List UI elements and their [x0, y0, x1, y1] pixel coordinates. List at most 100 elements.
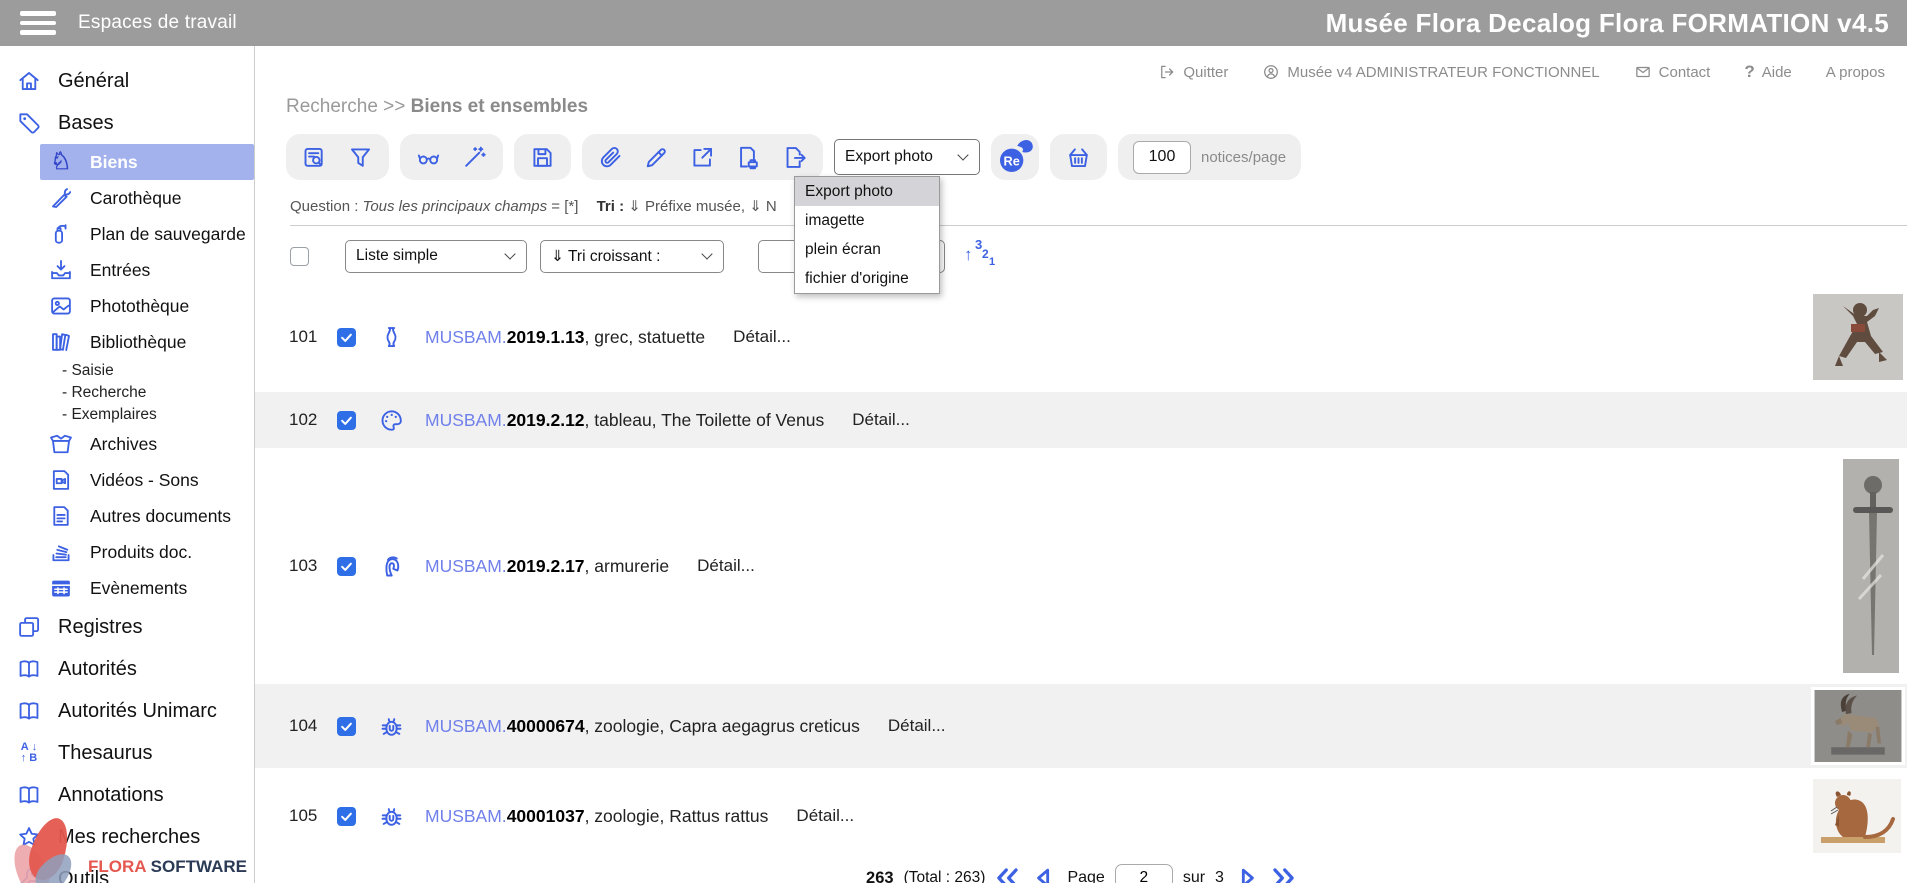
result-row: 103 MUSBAM.2019.2.17, armurerie Détail..…: [255, 448, 1907, 684]
row-checkbox-checked[interactable]: [337, 557, 356, 576]
object-thumbnail-statuette[interactable]: [1813, 294, 1903, 380]
sidebar-item-bases[interactable]: Bases: [0, 102, 254, 144]
sidebar-item-general[interactable]: Général: [0, 60, 254, 102]
sidebar-item-carotheque[interactable]: Carothèque: [0, 180, 254, 216]
open-book-icon: [16, 782, 42, 808]
glasses-icon[interactable]: [415, 144, 442, 171]
sidebar-item-label: Autres documents: [90, 506, 231, 527]
row-number: 104: [289, 716, 323, 736]
workspace-label[interactable]: Espaces de travail: [78, 12, 237, 34]
sidebar-item-biens[interactable]: ♘ Biens: [40, 144, 254, 180]
row-checkbox-checked[interactable]: [337, 328, 356, 347]
sidebar-item-phototheque[interactable]: Photothèque: [0, 288, 254, 324]
external-link-icon[interactable]: [689, 144, 716, 171]
helmet-icon: [378, 553, 405, 580]
dropdown-option-fichier-origine[interactable]: fichier d'origine: [795, 264, 939, 293]
page-number-input[interactable]: [1115, 864, 1173, 883]
sidebar-item-plan-sauvegarde[interactable]: Plan de sauvegarde: [0, 216, 254, 252]
sidebar-item-autorites-unimarc[interactable]: Autorités Unimarc: [0, 690, 254, 732]
row-number: 105: [289, 806, 323, 826]
vase-icon: [378, 324, 405, 351]
save-icon[interactable]: [529, 144, 556, 171]
notices-per-page-input[interactable]: [1133, 141, 1191, 174]
record-link[interactable]: MUSBAM.: [425, 327, 507, 347]
next-page-icon[interactable]: [1234, 865, 1260, 883]
filter-funnel-icon[interactable]: [347, 144, 374, 171]
svg-text:Re: Re: [1004, 153, 1020, 168]
calendar-icon: [48, 575, 74, 601]
paperclip-icon[interactable]: [597, 144, 624, 171]
result-total: (Total : 263): [904, 869, 986, 883]
aide-link[interactable]: ? Aide: [1744, 62, 1791, 82]
sidebar-item-videos-sons[interactable]: Vidéos - Sons: [0, 462, 254, 498]
sidebar-item-archives[interactable]: Archives: [0, 426, 254, 462]
record-link[interactable]: MUSBAM.: [425, 556, 507, 576]
object-thumbnail-ibex[interactable]: [1811, 687, 1905, 765]
sidebar-item-thesaurus[interactable]: A ↓↑ B Thesaurus: [0, 732, 254, 774]
row-checkbox-checked[interactable]: [337, 717, 356, 736]
pencil-icon[interactable]: [643, 144, 670, 171]
sidebar-item-saisie[interactable]: - Saisie: [0, 360, 254, 382]
archive-box-icon: [48, 431, 74, 457]
print-document-icon[interactable]: [735, 144, 762, 171]
sidebar-item-autorites[interactable]: Autorités: [0, 648, 254, 690]
header-links: Quitter Musée v4 ADMINISTRATEUR FONCTION…: [255, 46, 1907, 82]
list-search-icon[interactable]: [301, 144, 328, 171]
last-page-icon[interactable]: [1270, 865, 1296, 883]
dropdown-option-plein-ecran[interactable]: plein écran: [795, 235, 939, 264]
result-row: 102 MUSBAM.2019.2.12, tableau, The Toile…: [255, 392, 1907, 448]
breadcrumb: Recherche >> Biens et ensembles: [286, 96, 1907, 118]
basket-icon[interactable]: [1065, 144, 1092, 171]
flora-petals-icon: [14, 817, 80, 883]
sidebar-item-autres-documents[interactable]: Autres documents: [0, 498, 254, 534]
chevron-down-icon: [701, 248, 712, 259]
dropdown-option-imagette[interactable]: imagette: [795, 206, 939, 235]
sidebar-item-bibliotheque[interactable]: Bibliothèque: [0, 324, 254, 360]
quitter-link[interactable]: Quitter: [1158, 63, 1228, 81]
export-mode-select[interactable]: Export photo: [834, 139, 980, 175]
sidebar-item-label: Plan de sauvegarde: [90, 224, 246, 245]
notices-per-page-label: notices/page: [1201, 149, 1286, 166]
query-tri-value: ⇓ Préfixe musée, ⇓ N: [628, 198, 777, 215]
sidebar-item-registres[interactable]: Registres: [0, 606, 254, 648]
sort-primary-select[interactable]: ⇓ Tri croissant :: [540, 240, 724, 273]
toolbar-group-view: [400, 134, 503, 180]
dropdown-option-export-photo[interactable]: Export photo: [795, 177, 939, 206]
object-thumbnail-sword[interactable]: [1843, 459, 1899, 673]
sidebar-item-annotations[interactable]: Annotations: [0, 774, 254, 816]
previous-page-icon[interactable]: [1031, 865, 1057, 883]
contact-link[interactable]: Contact: [1634, 63, 1711, 81]
sidebar-item-produits-doc[interactable]: Produits doc.: [0, 534, 254, 570]
record-link[interactable]: MUSBAM.: [425, 716, 507, 736]
last-page-number: 3: [1215, 869, 1224, 883]
re-search-button[interactable]: Re: [991, 134, 1039, 180]
sidebar-item-exemplaires[interactable]: - Exemplaires: [0, 404, 254, 426]
toolbar-group-search: [286, 134, 389, 180]
list-mode-select[interactable]: Liste simple: [345, 240, 527, 273]
re-rabbit-icon: Re: [995, 137, 1035, 177]
hamburger-menu-icon[interactable]: [20, 11, 56, 35]
detail-link[interactable]: Détail...: [697, 556, 755, 576]
sidebar-item-entrees[interactable]: Entrées: [0, 252, 254, 288]
top-bar: Espaces de travail Musée Flora Decalog F…: [0, 0, 1907, 46]
detail-link[interactable]: Détail...: [852, 410, 910, 430]
detail-link[interactable]: Détail...: [733, 327, 791, 347]
first-page-icon[interactable]: [995, 865, 1021, 883]
select-all-checkbox[interactable]: [290, 247, 309, 266]
sidebar-item-recherche[interactable]: - Recherche: [0, 382, 254, 404]
detail-link[interactable]: Détail...: [796, 806, 854, 826]
row-checkbox-checked[interactable]: [337, 807, 356, 826]
magic-wand-icon[interactable]: [461, 144, 488, 171]
user-menu[interactable]: Musée v4 ADMINISTRATEUR FONCTIONNEL: [1262, 63, 1599, 81]
record-link[interactable]: MUSBAM.: [425, 806, 507, 826]
export-document-icon[interactable]: [781, 144, 808, 171]
home-icon: [16, 68, 42, 94]
detail-link[interactable]: Détail...: [888, 716, 946, 736]
object-thumbnail-rat[interactable]: [1813, 779, 1901, 853]
numeric-sort-icon[interactable]: 3 ↑ 2 1: [963, 239, 993, 273]
sidebar-item-evenements[interactable]: Evènements: [0, 570, 254, 606]
row-number: 103: [289, 556, 323, 576]
apropos-link[interactable]: A propos: [1826, 64, 1885, 81]
row-checkbox-checked[interactable]: [337, 411, 356, 430]
record-link[interactable]: MUSBAM.: [425, 410, 507, 430]
